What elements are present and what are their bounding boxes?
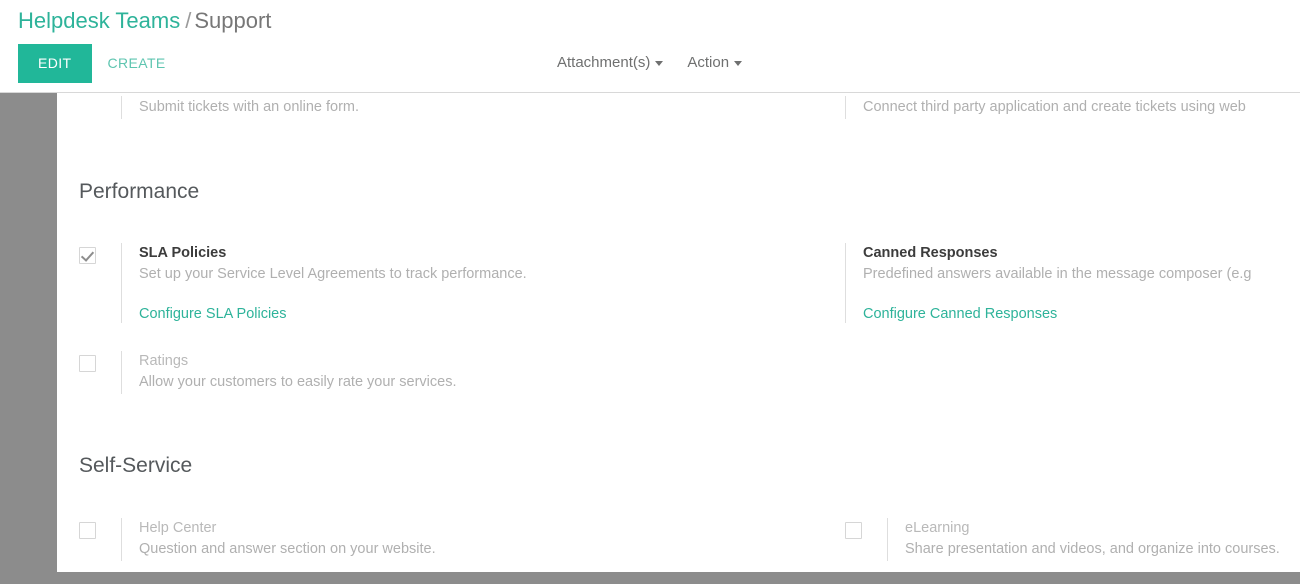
checkbox-cell xyxy=(845,518,887,539)
chevron-down-icon xyxy=(734,60,743,66)
breadcrumb-separator: / xyxy=(185,8,192,33)
feature-description: Question and answer section on your webs… xyxy=(139,541,436,557)
section-heading-self-service: Self-Service xyxy=(79,454,193,477)
settings-cell-right: eLearning Share presentation and videos,… xyxy=(839,518,1300,561)
settings-cell-right xyxy=(839,351,1300,394)
breadcrumb: Helpdesk Teams / Support xyxy=(18,6,271,36)
settings-grid: Submit tickets with an online form. Conn… xyxy=(57,94,1300,561)
feature-entry-help-center: Help Center Question and answer section … xyxy=(121,518,839,561)
settings-cell-left: SLA Policies Set up your Service Level A… xyxy=(57,243,839,323)
checkbox-cell xyxy=(79,243,121,264)
feature-entry-canned-responses: Canned Responses Predefined answers avai… xyxy=(845,243,1300,323)
settings-cell-left: Submit tickets with an online form. xyxy=(57,96,839,119)
sla-policies-checkbox[interactable] xyxy=(79,247,96,264)
feature-entry-api: Connect third party application and crea… xyxy=(845,96,1300,119)
feature-description: Allow your customers to easily rate your… xyxy=(139,374,457,390)
ratings-checkbox[interactable] xyxy=(79,355,96,372)
feature-entry-website-form: Submit tickets with an online form. xyxy=(121,96,839,119)
breadcrumb-root-link[interactable]: Helpdesk Teams xyxy=(18,8,180,33)
settings-row-clipped: Submit tickets with an online form. Conn… xyxy=(57,94,1300,119)
feature-description: Predefined answers available in the mess… xyxy=(863,266,1252,282)
header-dropdown-menus: Attachment(s) Action xyxy=(545,44,754,84)
action-menu-label: Action xyxy=(687,54,730,71)
help-center-checkbox[interactable] xyxy=(79,522,96,539)
settings-cell-left: Ratings Allow your customers to easily r… xyxy=(57,351,839,394)
checkbox-cell xyxy=(79,96,121,100)
settings-cell-right: Connect third party application and crea… xyxy=(839,96,1300,119)
bottom-gray-bar xyxy=(0,572,1300,584)
attachments-menu-label: Attachment(s) xyxy=(557,54,651,71)
settings-row: Help Center Question and answer section … xyxy=(57,518,1300,561)
feature-description: Set up your Service Level Agreements to … xyxy=(139,266,527,282)
elearning-checkbox[interactable] xyxy=(845,522,862,539)
edit-button[interactable]: EDIT xyxy=(18,44,92,83)
app-screen: Helpdesk Teams / Support EDIT CREATE Attach… xyxy=(0,0,1300,584)
chevron-down-icon xyxy=(655,60,664,66)
settings-cell-left: Help Center Question and answer section … xyxy=(57,518,839,561)
breadcrumb-current: Support xyxy=(194,8,272,33)
feature-entry-elearning: eLearning Share presentation and videos,… xyxy=(887,518,1300,561)
settings-row: Ratings Allow your customers to easily r… xyxy=(57,351,1300,394)
feature-description: Submit tickets with an online form. xyxy=(139,99,360,115)
feature-entry-ratings: Ratings Allow your customers to easily r… xyxy=(121,351,839,394)
configure-sla-policies-link[interactable]: Configure SLA Policies xyxy=(139,306,287,322)
checkbox-cell xyxy=(79,351,121,372)
attachments-menu[interactable]: Attachment(s) xyxy=(545,44,675,83)
feature-entry-sla-policies: SLA Policies Set up your Service Level A… xyxy=(121,243,839,323)
configure-canned-responses-link[interactable]: Configure Canned Responses xyxy=(863,306,1057,322)
action-menu[interactable]: Action xyxy=(675,44,754,83)
header-action-buttons: EDIT CREATE xyxy=(18,44,180,84)
feature-title: Ratings xyxy=(139,353,189,369)
settings-row: SLA Policies Set up your Service Level A… xyxy=(57,243,1300,323)
feature-title: Help Center xyxy=(139,520,217,536)
page-header: Helpdesk Teams / Support EDIT CREATE Attach… xyxy=(0,0,1300,93)
feature-title: SLA Policies xyxy=(139,245,227,261)
settings-cell-right: Canned Responses Predefined answers avai… xyxy=(839,243,1300,323)
feature-description: Share presentation and videos, and organ… xyxy=(905,541,1280,557)
create-button[interactable]: CREATE xyxy=(92,44,180,83)
section-heading-performance: Performance xyxy=(79,180,200,203)
checkbox-cell xyxy=(79,518,121,539)
settings-sheet: Submit tickets with an online form. Conn… xyxy=(57,94,1300,572)
feature-title: Canned Responses xyxy=(863,245,998,261)
feature-description: Connect third party application and crea… xyxy=(863,99,1246,115)
feature-title: eLearning xyxy=(905,520,970,536)
left-gray-rail xyxy=(0,93,57,572)
